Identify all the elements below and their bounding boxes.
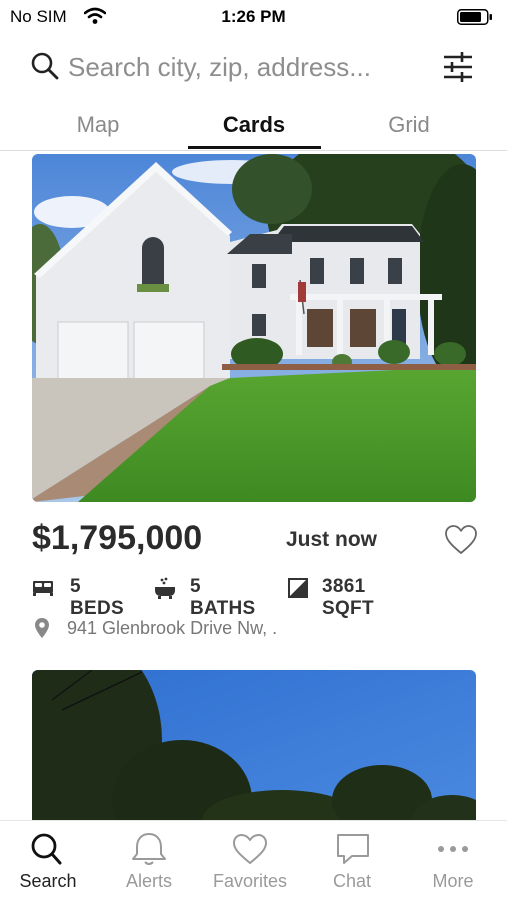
- bathtub-icon: [154, 576, 176, 605]
- tab-cards[interactable]: Cards: [184, 112, 324, 138]
- nav-alerts-label: Alerts: [125, 871, 172, 891]
- bed-icon: [32, 578, 54, 603]
- search-bar: [0, 40, 507, 96]
- chat-icon: [302, 831, 402, 867]
- area-icon: [288, 578, 308, 603]
- location-pin-icon: [34, 617, 50, 644]
- bottom-nav: Search Alerts Favorites Chat More: [0, 820, 507, 901]
- nav-search-label: Search: [19, 871, 77, 891]
- more-icon: [403, 831, 503, 867]
- view-tabs: Map Cards Grid: [0, 100, 507, 151]
- status-bar: No SIM 1:26 PM: [0, 0, 507, 34]
- nav-favorites-label: Favorites: [212, 871, 288, 891]
- search-icon[interactable]: [30, 51, 60, 86]
- nav-chat-label: Chat: [332, 871, 372, 891]
- search-input[interactable]: [68, 50, 428, 84]
- nav-chat[interactable]: Chat: [302, 821, 402, 901]
- favorite-heart-icon[interactable]: [444, 524, 478, 561]
- listing-photo-next[interactable]: [32, 670, 476, 830]
- active-tab-indicator: [188, 146, 321, 149]
- battery-icon: [457, 9, 493, 25]
- tab-grid[interactable]: Grid: [339, 112, 479, 138]
- nav-search[interactable]: Search: [0, 821, 98, 901]
- listing-photo[interactable]: [32, 154, 476, 502]
- baths-count: 5 BATHS: [190, 576, 256, 619]
- bell-icon: [99, 831, 199, 867]
- beds-count: 5 BEDS: [70, 576, 124, 619]
- tab-map[interactable]: Map: [28, 112, 168, 138]
- nav-favorites[interactable]: Favorites: [200, 821, 300, 901]
- address-text: 941 Glenbrook Drive Nw, .: [67, 618, 278, 638]
- nav-more-label: More: [432, 871, 474, 891]
- heart-icon: [200, 831, 300, 867]
- listing-posted-time: Just now: [286, 528, 378, 551]
- nav-more[interactable]: More: [403, 821, 503, 901]
- clock: 1:26 PM: [221, 7, 286, 26]
- listing-price: $1,795,000: [32, 519, 203, 557]
- sqft-value: 3861 SQFT: [322, 576, 374, 619]
- nav-alerts[interactable]: Alerts: [99, 821, 199, 901]
- search-icon: [0, 831, 98, 867]
- filter-icon[interactable]: [440, 49, 476, 90]
